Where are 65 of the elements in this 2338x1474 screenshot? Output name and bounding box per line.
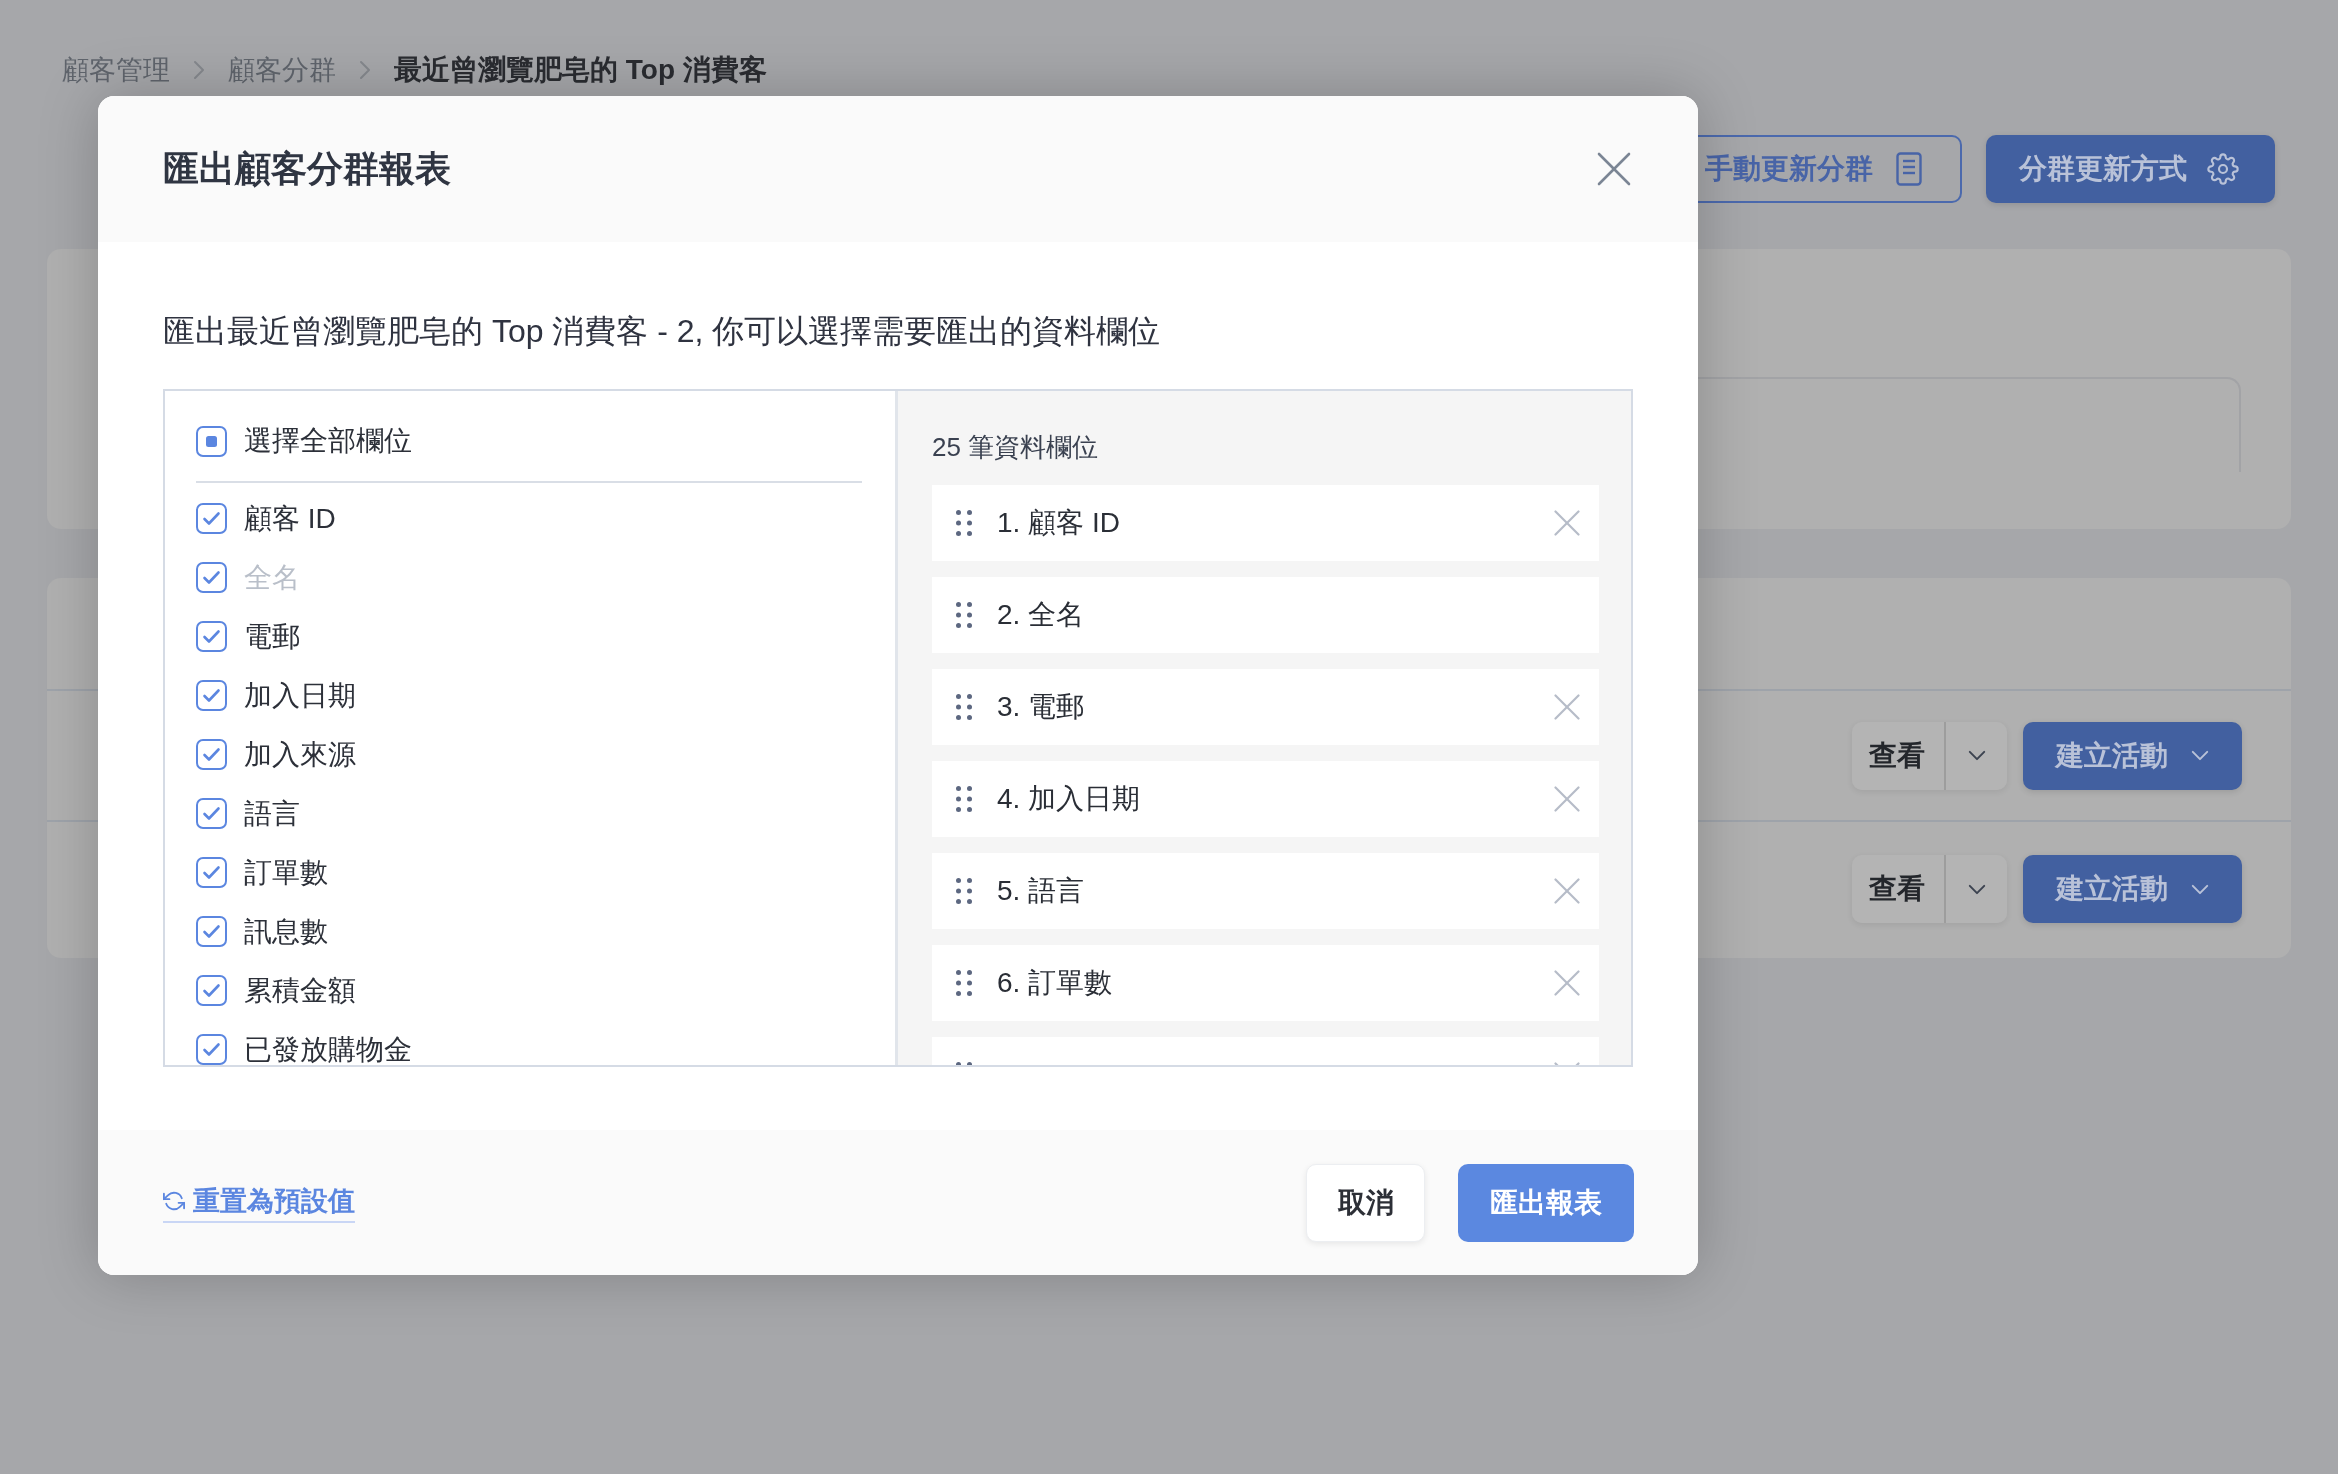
close-button[interactable]	[1596, 151, 1632, 187]
document-icon	[1896, 152, 1922, 186]
dropdown-toggle[interactable]	[1944, 855, 2007, 923]
drag-handle-icon[interactable]	[956, 602, 972, 628]
drag-handle-icon[interactable]	[956, 694, 972, 720]
checkbox-label: 加入日期	[244, 680, 356, 711]
checkbox-label: 訂單數	[244, 857, 328, 888]
checkbox-label: 全名	[244, 562, 300, 593]
update-method-button[interactable]: 分群更新方式	[1986, 135, 2275, 203]
dialog-description: 匯出最近曾瀏覽肥皂的 Top 消費客 - 2, 你可以選擇需要匯出的資料欄位	[163, 312, 1162, 351]
field-row-label: 2. 全名	[997, 598, 1086, 632]
refresh-icon	[163, 1189, 185, 1212]
drag-handle-icon[interactable]	[956, 970, 972, 996]
checkbox-label: 累積金額	[244, 975, 356, 1006]
checkbox[interactable]	[196, 739, 227, 770]
chevron-down-icon	[2191, 883, 2209, 895]
chevron-down-icon	[2191, 750, 2209, 761]
checkbox[interactable]	[196, 1034, 227, 1065]
dialog-title: 匯出顧客分群報表	[163, 147, 451, 191]
remove-icon[interactable]	[1554, 510, 1580, 536]
view-button[interactable]: 查看	[1852, 855, 1944, 923]
chevron-right-icon	[193, 60, 205, 80]
drag-handle-icon[interactable]	[956, 786, 972, 812]
reset-link[interactable]: 重置為預設值	[163, 1182, 355, 1223]
field-row-label: 5. 語言	[997, 874, 1086, 908]
remove-icon[interactable]	[1554, 786, 1580, 812]
drag-handle-icon[interactable]	[956, 878, 972, 904]
checkbox[interactable]	[196, 621, 227, 652]
remove-icon[interactable]	[1554, 970, 1580, 996]
gear-icon	[2207, 153, 2239, 185]
checkbox-label: 選擇全部欄位	[244, 425, 412, 457]
field-count-label: 25 筆資料欄位	[932, 431, 1100, 464]
view-button[interactable]: 查看	[1852, 721, 1944, 790]
breadcrumb-current: 最近曾瀏覽肥皂的 Top 消費客	[394, 53, 767, 87]
create-campaign-button[interactable]: 建立活動	[2023, 855, 2242, 923]
checkbox[interactable]	[196, 425, 227, 457]
checkbox[interactable]	[196, 857, 227, 888]
checkbox-label: 語言	[244, 798, 300, 829]
remove-icon[interactable]	[1554, 878, 1580, 904]
checkbox-label: 電郵	[244, 621, 300, 652]
checkbox[interactable]	[196, 798, 227, 829]
breadcrumb-link[interactable]: 顧客分群	[228, 52, 336, 88]
chevron-down-icon	[1967, 750, 1986, 761]
checkbox[interactable]	[196, 503, 227, 534]
create-campaign-button[interactable]: 建立活動	[2023, 721, 2242, 790]
field-row-label: 4. 加入日期	[997, 782, 1142, 816]
checkbox[interactable]	[196, 975, 227, 1006]
dropdown-toggle[interactable]	[1944, 721, 2007, 790]
breadcrumb-link[interactable]: 顧客管理	[62, 52, 170, 88]
cancel-button[interactable]: 取消	[1306, 1163, 1425, 1242]
chevron-down-icon	[1967, 883, 1986, 895]
checkbox-label: 訊息數	[244, 916, 328, 947]
remove-icon[interactable]	[1554, 694, 1580, 720]
export-button[interactable]: 匯出報表	[1458, 1163, 1634, 1242]
field-row-label: 1. 顧客 ID	[997, 506, 1121, 540]
chevron-right-icon	[359, 60, 371, 80]
field-row-label: 3. 電郵	[997, 690, 1086, 724]
close-icon	[1597, 152, 1631, 186]
checkbox-label: 已發放購物金	[244, 1034, 412, 1065]
checkbox-label: 顧客 ID	[244, 503, 336, 534]
checkbox-label: 加入來源	[244, 739, 356, 770]
checkbox[interactable]	[196, 916, 227, 947]
field-row-label: 6. 訂單數	[997, 966, 1114, 1000]
checkbox[interactable]	[196, 680, 227, 711]
drag-handle-icon[interactable]	[956, 510, 972, 536]
